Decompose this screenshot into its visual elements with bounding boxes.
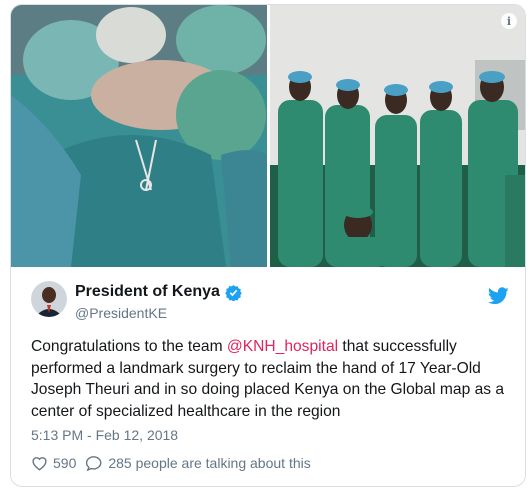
team-photo[interactable] <box>270 5 525 267</box>
tweet-text: Congratulations to the team @KNH_hospita… <box>31 336 517 422</box>
author-name-row: President of Kenya <box>75 283 242 301</box>
author-display-name[interactable]: President of Kenya <box>75 283 220 301</box>
twitter-bird-icon[interactable] <box>488 287 509 305</box>
talking-about-text[interactable]: 285 people are talking about this <box>108 455 310 471</box>
info-icon[interactable]: i <box>501 13 517 29</box>
author-handle[interactable]: @PresidentKE <box>75 305 167 321</box>
comment-bubble-icon[interactable] <box>86 455 103 471</box>
tweet-author-header: President of Kenya @PresidentKE <box>11 277 525 327</box>
surgery-photo[interactable] <box>11 5 267 267</box>
tweet-timestamp[interactable]: 5:13 PM - Feb 12, 2018 <box>31 427 178 443</box>
like-count[interactable]: 590 <box>53 455 76 471</box>
tweet-actions: 590 285 people are talking about this <box>31 455 311 471</box>
tweet-text-part: Congratulations to the team <box>31 338 227 355</box>
tweet-media: i <box>11 5 525 267</box>
heart-icon[interactable] <box>31 455 48 471</box>
avatar[interactable] <box>31 281 67 317</box>
embedded-tweet-card: i President of Kenya @PresidentKE Congra… <box>10 4 526 487</box>
verified-badge-icon <box>225 284 242 301</box>
mention-link[interactable]: @KNH_hospital <box>227 338 338 355</box>
